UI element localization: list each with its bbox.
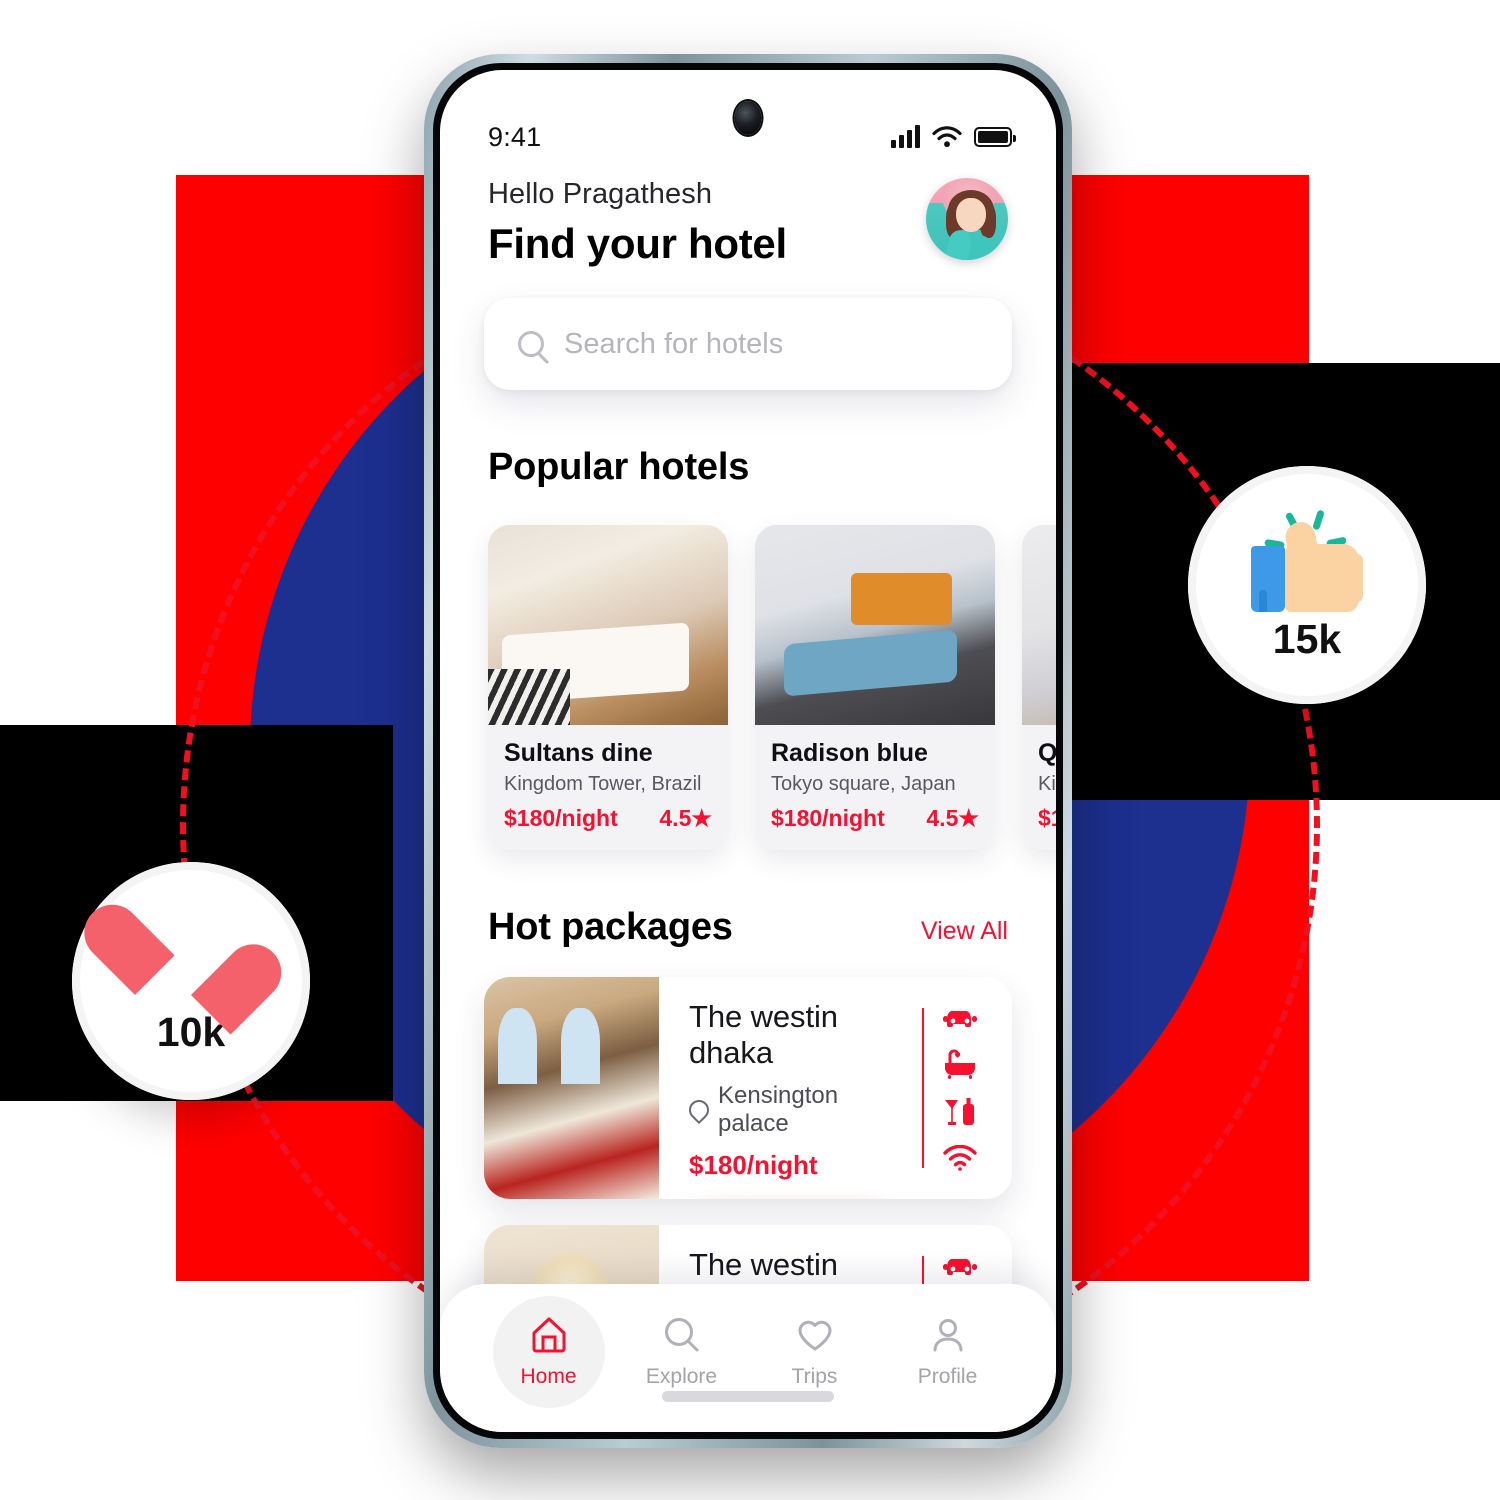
- wifi-icon: [943, 1145, 977, 1171]
- nav-item-profile[interactable]: Profile: [881, 1302, 1014, 1389]
- location-pin-icon: [684, 1095, 714, 1125]
- heart-icon: [137, 907, 245, 1005]
- search-input[interactable]: Search for hotels: [484, 298, 1012, 390]
- header-text-block: Hello Pragathesh Find your hotel: [488, 178, 787, 268]
- hotel-rating: 4.5★: [659, 805, 712, 831]
- spark-2: [1312, 508, 1325, 531]
- package-name: The westin dhaka: [689, 999, 838, 1070]
- star-icon: ★: [958, 805, 979, 831]
- person-icon: [933, 1319, 962, 1352]
- package-details: The westin dhaka Kensington palace $180/…: [659, 977, 902, 1199]
- hotel-name: Queen: [1038, 739, 1056, 767]
- hotel-photo: [755, 525, 995, 725]
- search-section: Search for hotels: [440, 268, 1056, 390]
- home-indicator[interactable]: [662, 1391, 834, 1402]
- drinks-icon: [945, 1098, 974, 1125]
- hotel-meta-row: $180/night 4.5★: [504, 805, 712, 832]
- hotel-card-info: Radison blue Tokyo square, Japan $180/ni…: [755, 725, 995, 850]
- home-icon: [532, 1317, 565, 1353]
- car-icon: [943, 1011, 977, 1027]
- bathtub-icon: [945, 1049, 975, 1079]
- hotel-name: Radison blue: [771, 739, 928, 767]
- hotel-location: Tokyo square, Japan: [771, 773, 956, 795]
- hotel-card-info: Sultans dine Kingdom Tower, Brazil $180/…: [488, 725, 728, 850]
- package-location-row: Kensington palace: [684, 1082, 902, 1138]
- signal-icon: [891, 125, 920, 148]
- popular-hotels-header: Popular hotels: [440, 390, 1056, 489]
- battery-icon: [974, 127, 1016, 147]
- status-time: 9:41: [488, 121, 542, 152]
- likes-badge-thumbs[interactable]: 15k: [1188, 466, 1426, 704]
- hotel-name: Sultans dine: [504, 739, 653, 767]
- page-title: Find your hotel: [488, 220, 787, 267]
- thumbs-count: 15k: [1272, 615, 1342, 662]
- front-camera-icon: [734, 101, 762, 135]
- hotel-location: Kingdom Tower, Brazil: [504, 773, 702, 795]
- nav-item-home[interactable]: Home: [482, 1302, 615, 1389]
- nav-label-explore: Explore: [645, 1365, 718, 1388]
- wifi-icon: [932, 126, 962, 148]
- hotel-price: $180/night: [771, 805, 885, 831]
- avatar-face: [956, 198, 986, 232]
- nav-label-profile: Profile: [917, 1365, 978, 1388]
- popular-hotels-title: Popular hotels: [488, 446, 750, 488]
- nav-label-trips: Trips: [791, 1365, 838, 1388]
- hotel-meta-row: $180/ni: [1038, 805, 1056, 832]
- view-all-link[interactable]: View All: [921, 917, 1008, 946]
- thumb-fist: [1285, 543, 1363, 612]
- app-header: Hello Pragathesh Find your hotel: [440, 156, 1056, 268]
- phone-screen: 9:41 Hello Pragathesh Find your hotel Se…: [440, 70, 1056, 1432]
- package-card[interactable]: The westin dhaka Kensington palace $180/…: [484, 977, 1012, 1199]
- hotel-photo: [488, 525, 728, 725]
- search-icon: [518, 331, 544, 357]
- avatar[interactable]: [926, 178, 1008, 260]
- hotel-price: $180/ni: [1038, 805, 1056, 831]
- package-location: Kensington palace: [718, 1082, 839, 1137]
- amenities-divider: [922, 1008, 924, 1168]
- nav-label-home: Home: [520, 1365, 577, 1388]
- hotel-rating: 4.5★: [926, 805, 979, 831]
- hot-packages-title: Hot packages: [488, 906, 733, 948]
- bottom-navigation: Home Explore Trips Profile: [440, 1284, 1056, 1432]
- popular-hotels-carousel[interactable]: Sultans dine Kingdom Tower, Brazil $180/…: [440, 489, 1056, 850]
- hotel-card-info: Queen Kingdom $180/ni: [1022, 725, 1056, 850]
- nav-item-explore[interactable]: Explore: [615, 1302, 748, 1389]
- hotel-photo: [1022, 525, 1056, 725]
- thumb-card: [1251, 545, 1285, 612]
- heart-icon: [798, 1320, 831, 1351]
- thumbs-up-icon: [1249, 508, 1365, 612]
- hotel-location: Kingdom: [1038, 773, 1056, 795]
- hotel-card[interactable]: Sultans dine Kingdom Tower, Brazil $180/…: [488, 525, 728, 850]
- package-price: $180/night: [689, 1150, 818, 1180]
- hotel-card[interactable]: Queen Kingdom $180/ni: [1022, 525, 1056, 850]
- search-placeholder: Search for hotels: [564, 327, 784, 360]
- package-amenities: [902, 977, 1012, 1199]
- car-icon: [943, 1259, 977, 1275]
- hot-packages-header: Hot packages View All: [440, 850, 1056, 949]
- hotel-meta-row: $180/night 4.5★: [771, 805, 979, 832]
- nav-item-trips[interactable]: Trips: [748, 1302, 881, 1389]
- phone-mockup: 9:41 Hello Pragathesh Find your hotel Se…: [424, 54, 1072, 1448]
- hotel-card[interactable]: Radison blue Tokyo square, Japan $180/ni…: [755, 525, 995, 850]
- amenities-column: [942, 1005, 978, 1171]
- star-icon: ★: [691, 805, 712, 831]
- status-icons: [891, 125, 1016, 148]
- likes-badge-heart[interactable]: 10k: [72, 862, 310, 1100]
- greeting-text: Hello Pragathesh: [488, 178, 713, 210]
- package-photo: [484, 977, 659, 1199]
- phone-bezel: 9:41 Hello Pragathesh Find your hotel Se…: [433, 63, 1063, 1439]
- hotel-price: $180/night: [504, 805, 618, 831]
- search-icon: [664, 1318, 698, 1352]
